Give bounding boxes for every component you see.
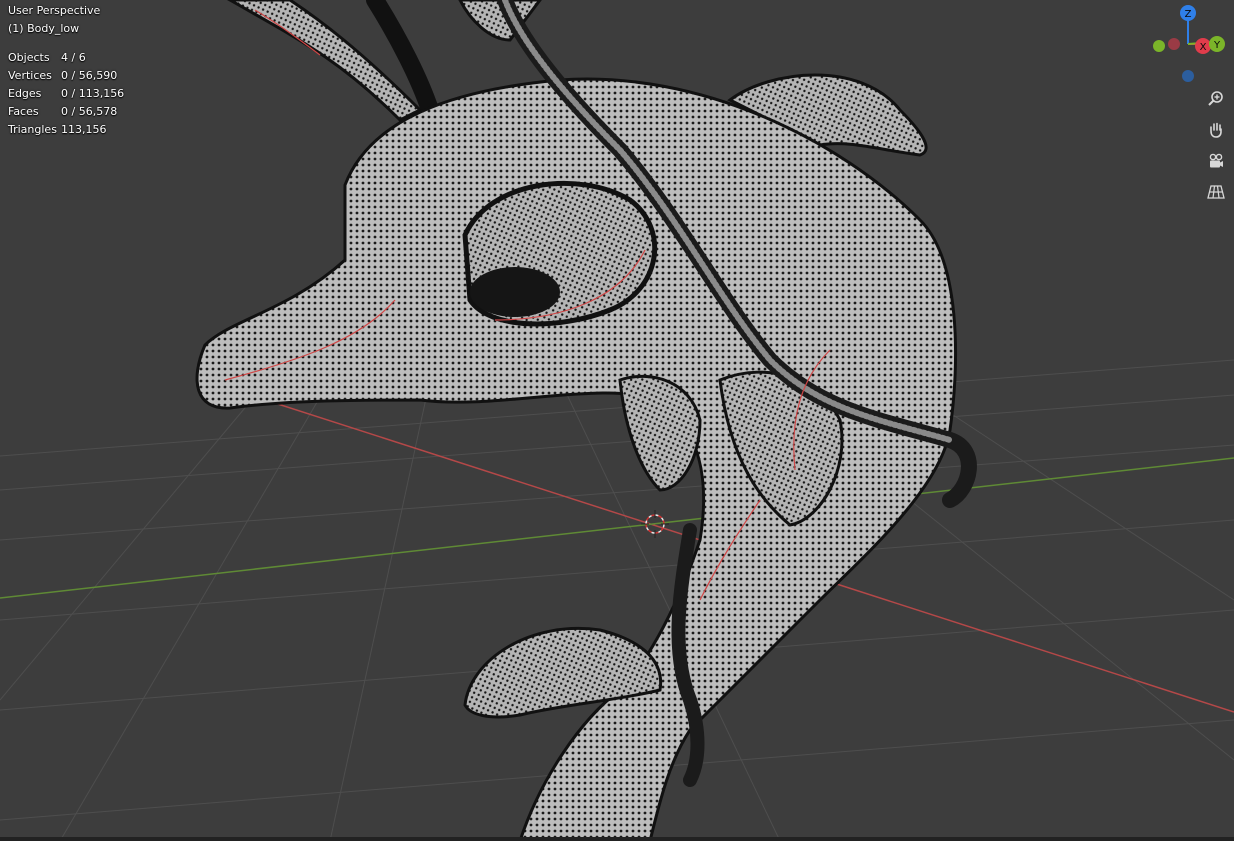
grid-perspective-icon [1207,185,1225,199]
stat-row-vertices: Vertices 0 / 56,590 [8,67,124,85]
navigation-gizmo[interactable]: Z X Y [1150,2,1230,84]
viewport-bottom-edge [0,837,1234,841]
neg-y-axis-handle [1153,40,1165,52]
stat-label: Objects [8,51,50,64]
axis-label-z: Z [1185,9,1192,20]
stat-row-edges: Edges 0 / 113,156 [8,85,124,103]
pan-button[interactable] [1203,117,1229,143]
zoom-button[interactable] [1203,86,1229,112]
toggle-perspective-button[interactable] [1203,179,1229,205]
stat-label: Vertices [8,69,52,82]
camera-icon [1209,153,1223,168]
stat-row-faces: Faces 0 / 56,578 [8,103,124,121]
stat-value: 113,156 [61,123,107,136]
stat-label: Faces [8,105,39,118]
hand-pan-icon [1210,122,1222,138]
viewport-scene [0,0,1234,841]
view-info: User Perspective (1) Body_low [8,2,100,38]
stat-value: 4 / 6 [61,51,86,64]
view-name: User Perspective [8,4,101,17]
stat-label: Edges [8,87,42,100]
neg-z-axis-handle [1182,70,1194,82]
stat-value: 0 / 56,578 [61,105,118,118]
stat-value: 0 / 56,590 [61,69,118,82]
stat-row-objects: Objects 4 / 6 [8,49,124,67]
axis-label-x: X [1200,42,1207,53]
axis-label-y: Y [1213,40,1221,51]
statistics-overlay: Objects 4 / 6 Vertices 0 / 56,590 Edges … [8,49,124,139]
3d-viewport[interactable] [0,0,1234,841]
stat-value: 0 / 113,156 [61,87,125,100]
z-axis-handle: Z [1180,5,1196,21]
neg-x-axis-handle [1168,38,1180,50]
stat-row-triangles: Triangles 113,156 [8,121,124,139]
camera-view-button[interactable] [1203,148,1229,174]
zoom-icon [1208,91,1223,106]
stat-label: Triangles [8,123,57,136]
y-axis-handle: Y [1209,36,1225,52]
x-axis-handle: X [1195,38,1211,54]
active-object-name: (1) Body_low [8,22,80,35]
mesh-object [195,0,977,841]
